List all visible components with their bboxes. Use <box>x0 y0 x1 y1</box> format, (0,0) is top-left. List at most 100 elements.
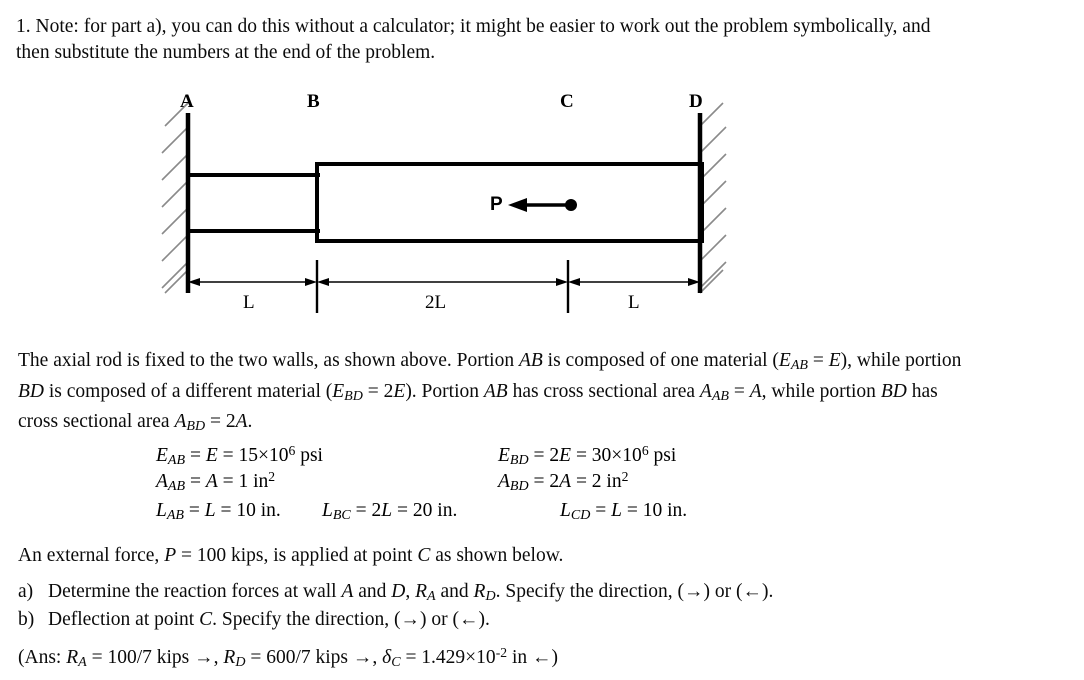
force-point-c: C <box>417 545 431 566</box>
answer-open: (Ans: <box>18 647 67 669</box>
answer-var-delta: δ <box>382 647 392 669</box>
desc-text-8: has cross sectional area <box>507 380 700 402</box>
given-values-block: EAB = E = 15×106 psi EBD = 2E = 30×106 p… <box>0 438 1084 524</box>
dimension-line-2l-mid <box>317 278 568 286</box>
equation-A-AB: AAB = A = 1 in2 <box>156 464 275 499</box>
equation-L-CD: LCD = L = 10 in. <box>560 498 687 528</box>
equation-row-3: LAB = L = 10 in. LBC = 2L = 20 in. LCD =… <box>0 498 1084 524</box>
eq-lbc-value: = 20 in. <box>392 500 458 521</box>
question-b: b) Deflection at point C. Specify the dir… <box>18 606 978 634</box>
desc-sub-ebd: BD <box>344 387 363 404</box>
desc-text-13: . <box>247 411 253 433</box>
desc-sub-abd: BD <box>186 418 206 435</box>
eq-ebd-exp: 6 <box>641 443 649 458</box>
eq-lbc-rest: = 2 <box>350 500 382 521</box>
desc-var-ab-2: AB <box>483 380 508 402</box>
question-a-text-4: and <box>435 581 474 602</box>
equation-row-2: AAB = A = 1 in2 ABD = 2A = 2 in2 <box>0 464 1084 494</box>
desc-text-5: is composed of a different material ( <box>44 380 333 402</box>
eq-lbc-var: L <box>322 500 333 521</box>
desc-text-2: is composed of one material ( <box>542 350 779 371</box>
desc-text-10: , while portion <box>761 380 881 402</box>
eq-aab-value: = 1 in <box>217 471 269 493</box>
force-arrow-p <box>508 198 577 212</box>
answer-var-ra: R <box>66 647 79 669</box>
eq-eab-rest: = <box>185 445 206 467</box>
figure-label-c: C <box>560 91 574 112</box>
eq-abd-exp: 2 <box>621 469 629 484</box>
question-a-sub-ra: A <box>427 588 436 605</box>
eq-lab-var: L <box>156 500 167 521</box>
force-text-post: as shown below. <box>430 545 564 566</box>
eq-abd-value: = 2 in <box>571 471 622 493</box>
desc-var-bd-1: BD <box>18 380 44 402</box>
rod-segment-ab <box>188 173 320 233</box>
eq-eab-unit: psi <box>295 445 323 467</box>
equation-A-BD: ABD = 2A = 2 in2 <box>498 464 628 499</box>
eq-aab-exp: 2 <box>268 469 276 484</box>
dimension-label-l-right: L <box>628 292 640 313</box>
answer-sub-delta: C <box>391 654 401 671</box>
desc-var-e: E <box>778 350 791 371</box>
question-a-text-1: Determine the reaction forces at wall <box>48 581 342 602</box>
rod-description-paragraph: The axial rod is fixed to the two walls,… <box>18 348 963 440</box>
desc-text-6: = 2 <box>362 380 394 402</box>
dimension-line-l-right <box>568 278 700 286</box>
eq-abd-rest: = 2 <box>528 471 560 493</box>
question-a-label: a) <box>18 581 34 602</box>
question-a-var-rd: R <box>473 581 486 602</box>
eq-eab-sym: E <box>205 445 218 467</box>
answer-line: (Ans: RA = 100/7 kips →, RD = 600/7 kips… <box>18 640 978 676</box>
desc-var-a: A <box>699 380 712 402</box>
dimension-line-l-left <box>188 278 317 286</box>
question-b-var-c: C <box>199 609 213 630</box>
answer-sub-ra: A <box>78 654 87 671</box>
answer-sub-rd: D <box>235 654 246 671</box>
figure-label-p: P <box>490 194 503 215</box>
desc-var-ab-1: AB <box>518 350 543 371</box>
eq-lbc-sub: BC <box>332 507 351 524</box>
eq-lcd-sub: CD <box>570 507 591 524</box>
answer-val-rd: = 600/7 kips →, <box>245 647 383 669</box>
force-symbol-p: P <box>164 545 177 566</box>
intro-note: 1. Note: for part a), you can do this wi… <box>16 16 931 63</box>
desc-var-e-4: E <box>393 380 406 402</box>
equation-L-BC: LBC = 2L = 20 in. <box>322 498 457 528</box>
axial-rod-figure: A B C D P L 2L L <box>0 88 1084 328</box>
desc-text-1: The axial rod is fixed to the two walls,… <box>18 350 519 371</box>
eq-aab-rest: = <box>185 471 206 493</box>
eq-ebd-var: E <box>498 445 510 467</box>
question-a-sub-rd: D <box>485 588 496 605</box>
figure-label-d: D <box>689 91 703 112</box>
question-a-var-d: D <box>391 581 406 602</box>
desc-var-a-2: A <box>749 380 762 402</box>
eq-ebd-rest: = 2 <box>528 445 560 467</box>
desc-var-e-3: E <box>332 380 345 402</box>
desc-text-3: = <box>807 350 829 371</box>
dimension-label-l-left: L <box>243 292 255 313</box>
eq-eab-value: = 15×10 <box>217 445 289 467</box>
equation-L-AB: LAB = L = 10 in. <box>156 498 281 528</box>
desc-var-e-2: E <box>828 350 841 371</box>
question-a-text-3: , <box>405 581 416 602</box>
force-text-pre: An external force, <box>18 545 165 566</box>
desc-var-bd-2: BD <box>880 380 907 402</box>
force-text-mid: = 100 kips, is applied at point <box>176 545 418 566</box>
eq-ebd-unit: psi <box>648 445 677 467</box>
eq-eab-var: E <box>156 445 168 467</box>
answer-close: in ←) <box>507 647 558 669</box>
eq-aab-sym: A <box>205 471 218 493</box>
answer-exp-delta: -2 <box>495 645 508 660</box>
desc-text-9: = <box>728 380 750 402</box>
eq-lab-sym: L <box>204 500 216 521</box>
eq-abd-var: A <box>498 471 510 493</box>
eq-lcd-rest: = <box>590 500 612 521</box>
figure-label-b: B <box>307 91 320 112</box>
desc-sub-eab: AB <box>790 357 808 374</box>
figure-label-a: A <box>180 91 194 112</box>
question-a-var-ra: R <box>415 581 428 602</box>
eq-abd-sym: A <box>559 471 572 493</box>
eq-lbc-sym: L <box>381 500 393 521</box>
dimension-label-2l-mid: 2L <box>425 292 447 313</box>
rod-segment-bd <box>315 162 704 243</box>
